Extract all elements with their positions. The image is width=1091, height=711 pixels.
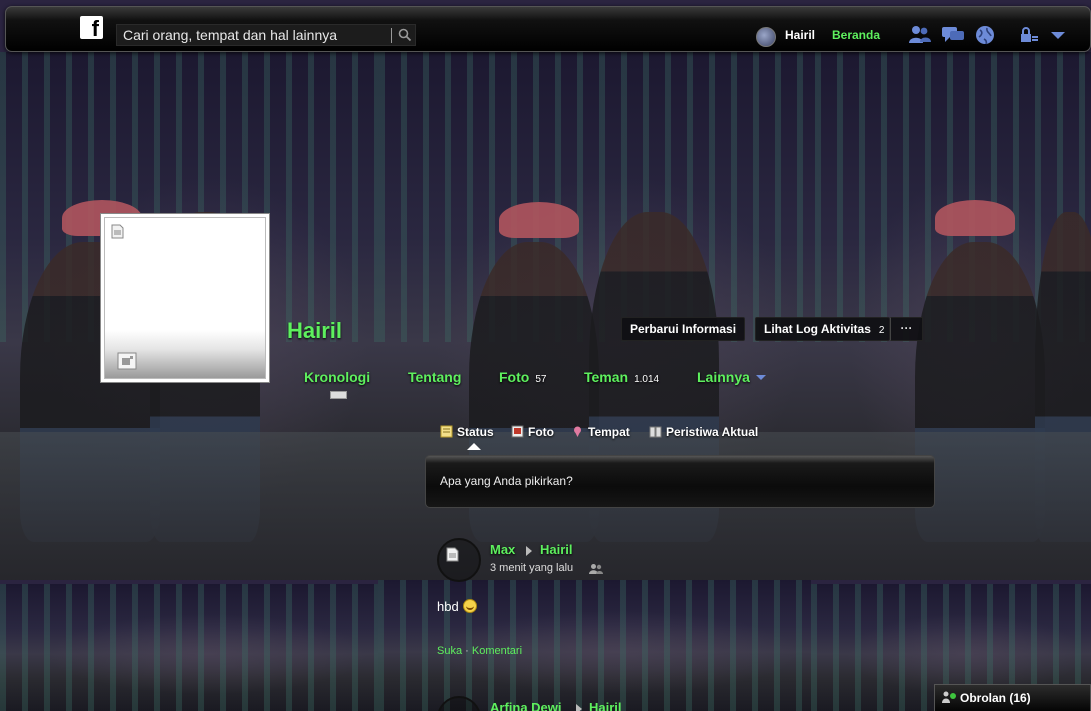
place-pin-icon	[574, 426, 581, 437]
change-photo-camera-icon[interactable]	[117, 352, 137, 370]
facebook-logo-icon[interactable]: f	[80, 16, 103, 39]
post-target-link[interactable]: Hairil	[589, 700, 622, 711]
composer-active-tab-arrow	[467, 443, 481, 450]
top-user-name-link[interactable]: Hairil	[785, 28, 815, 42]
chat-label: Obrolan (16)	[960, 691, 1031, 705]
activity-log-button[interactable]: Lihat Log Aktivitas 2	[755, 317, 890, 341]
friend-requests-icon[interactable]	[908, 24, 932, 46]
actions-separator: ·	[465, 645, 469, 657]
search-box	[116, 24, 416, 46]
nav-tab-about[interactable]: Tentang	[408, 369, 461, 385]
like-link[interactable]: Suka	[437, 645, 462, 657]
search-icon[interactable]	[397, 27, 413, 43]
broken-image-icon	[111, 224, 124, 239]
status-composer[interactable]: Apa yang Anda pikirkan?	[425, 455, 935, 508]
post-author-avatar[interactable]	[437, 538, 481, 582]
composer-tab-photo[interactable]: Foto	[511, 425, 554, 439]
composer-tab-place-label: Tempat	[588, 425, 630, 439]
friends-privacy-icon[interactable]	[589, 563, 603, 575]
profile-picture-frame	[104, 217, 266, 379]
nav-more-caret-icon[interactable]	[756, 375, 766, 380]
nav-tab-photos[interactable]: Foto 57	[499, 369, 546, 385]
composer-tab-life-event[interactable]: Peristiwa Aktual	[649, 425, 758, 439]
life-event-icon	[649, 426, 662, 438]
nav-tab-more-label: Lainnya	[697, 369, 750, 385]
update-info-button[interactable]: Perbarui Informasi	[621, 317, 746, 341]
post-timestamp[interactable]: 3 menit yang lalu	[490, 562, 573, 574]
composer-tab-place[interactable]: Tempat	[571, 425, 630, 439]
status-note-icon	[440, 425, 453, 438]
search-input[interactable]	[123, 26, 391, 44]
page-background-tile-bottom-left	[0, 584, 378, 711]
post-to-arrow-icon	[576, 704, 582, 711]
profile-picture[interactable]	[101, 214, 269, 382]
account-menu-chevron-icon[interactable]	[1046, 24, 1070, 46]
nav-tab-timeline[interactable]: Kronologi	[304, 369, 370, 385]
composer-tab-life-event-label: Peristiwa Aktual	[666, 425, 759, 439]
post-text: hbd	[437, 599, 477, 614]
photo-icon	[511, 425, 524, 438]
nav-tab-friends-count: 1.014	[634, 374, 660, 385]
post-text-content: hbd	[437, 599, 459, 614]
post-actions: Suka · Komentari	[437, 645, 522, 657]
post-author-link[interactable]: Max	[490, 542, 515, 557]
chat-sidebar-toggle[interactable]: Obrolan (16)	[934, 684, 1091, 711]
nav-tab-photos-count: 57	[535, 374, 547, 385]
messages-icon[interactable]	[941, 24, 965, 46]
composer-tab-photo-label: Foto	[528, 425, 554, 439]
nav-tab-photos-label: Foto	[499, 369, 530, 385]
nav-tab-about-label: Tentang	[408, 369, 462, 385]
timeline-active-marker	[330, 391, 347, 399]
activity-log-label: Lihat Log Aktivitas	[764, 322, 871, 336]
nav-tab-more[interactable]: Lainnya	[697, 369, 750, 385]
post-to-arrow-icon	[526, 546, 532, 556]
profile-name[interactable]: Hairil	[287, 318, 342, 344]
notifications-globe-icon[interactable]	[973, 24, 997, 46]
activity-log-count: 2	[878, 325, 885, 336]
online-status-dot	[950, 693, 956, 699]
nav-tab-timeline-label: Kronologi	[304, 369, 371, 385]
more-options-button[interactable]: ···	[890, 317, 923, 341]
composer-tab-status-label: Status	[457, 425, 494, 439]
composer-placeholder: Apa yang Anda pikirkan?	[440, 474, 573, 488]
broken-image-icon	[446, 547, 459, 562]
post-author-link[interactable]: Arfina Dewi	[490, 700, 562, 711]
search-divider	[391, 28, 392, 43]
user-avatar[interactable]	[756, 27, 776, 47]
grin-emoji-icon	[462, 599, 477, 613]
post-target-link[interactable]: Hairil	[540, 542, 573, 557]
composer-tab-status[interactable]: Status	[440, 425, 494, 439]
nav-tab-friends-label: Teman	[584, 369, 629, 385]
nav-tab-friends[interactable]: Teman 1.014	[584, 369, 659, 385]
privacy-lock-icon[interactable]	[1018, 24, 1042, 46]
update-info-label: Perbarui Informasi	[630, 322, 737, 336]
home-link[interactable]: Beranda	[832, 28, 880, 42]
comment-link[interactable]: Komentari	[472, 645, 522, 657]
